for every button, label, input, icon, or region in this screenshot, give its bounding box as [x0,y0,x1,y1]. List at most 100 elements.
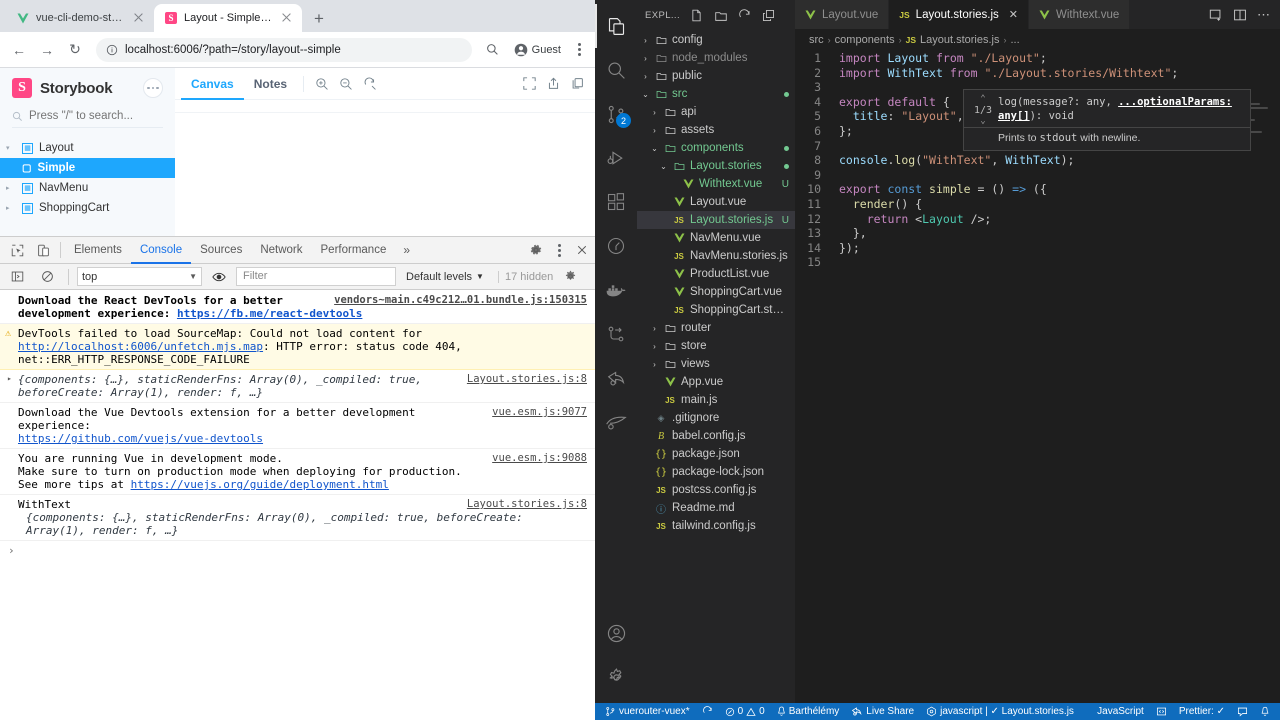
browser-tab-2[interactable]: S Layout - Simple · Storybook [154,4,302,32]
refresh-icon[interactable] [737,8,752,23]
file-tree-row[interactable]: › views [637,355,795,373]
console-message-source[interactable]: vue.esm.js:9077 [492,406,587,418]
console-message-source[interactable]: vue.esm.js:9088 [492,452,587,464]
file-tree-row[interactable]: ShoppingCart.vue [637,283,795,301]
storybook-brand[interactable]: S Storybook [0,68,175,102]
storybook-search[interactable] [12,110,163,128]
sidebar-item-simple[interactable]: ▢ Simple [0,158,175,178]
file-tree-row[interactable]: › public [637,67,795,85]
zoom-reset-icon[interactable] [358,72,382,96]
console-message-source[interactable]: Layout.stories.js:8 [467,373,587,385]
status-language-mode[interactable]: JavaScript [1091,703,1150,720]
status-eslint[interactable]: javascript | ✓ Layout.stories.js [920,703,1080,720]
forward-button[interactable]: → [34,37,60,63]
file-tree-row[interactable]: › router [637,319,795,337]
inspect-element-icon[interactable] [4,238,30,262]
file-tree-row[interactable]: JS tailwind.config.js [637,517,795,535]
chevron-right-icon[interactable]: ▸ [6,204,16,212]
editor-tab-withtext-vue[interactable]: Withtext.vue [1029,0,1131,29]
new-file-icon[interactable] [689,8,704,23]
status-user[interactable]: Barthélémy [771,703,846,720]
tab-notes[interactable]: Notes [244,68,297,100]
zoom-out-icon[interactable] [334,72,358,96]
more-actions-icon[interactable]: ⋯ [1257,8,1270,21]
extensions-icon[interactable] [595,180,637,224]
device-toolbar-icon[interactable] [30,238,56,262]
back-button[interactable]: ← [6,37,32,63]
console-message-link[interactable]: https://github.com/vuejs/vue-devtools [18,432,263,445]
file-tree[interactable]: › config › node_modules › public ⌄ src › api › asse… [637,31,795,535]
more-tabs-icon[interactable]: » [395,243,418,257]
file-tree-row[interactable]: › config [637,31,795,49]
file-tree-row[interactable]: Withtext.vue U [637,175,795,193]
tab-elements[interactable]: Elements [65,237,131,264]
chevron-right-icon[interactable]: › [641,36,650,45]
gear-icon[interactable] [523,238,549,262]
fullscreen-icon[interactable] [517,72,541,96]
kebab-menu-icon[interactable] [549,243,569,257]
status-live-share[interactable]: Live Share [845,703,920,720]
file-tree-row[interactable]: › api [637,103,795,121]
breadcrumb-item-components[interactable]: components [835,34,895,46]
kebab-menu-icon[interactable] [569,43,589,56]
breadcrumb-item-file[interactable]: Layout.stories.js [920,34,999,46]
file-tree-row[interactable]: ⌄ components [637,139,795,157]
breadcrumb-item-symbol[interactable]: ... [1011,34,1020,46]
tab-network[interactable]: Network [251,237,311,264]
remote-explorer-icon[interactable] [595,400,637,444]
search-input[interactable] [29,110,159,122]
file-tree-row[interactable]: ⓘ Readme.md [637,499,795,517]
chevron-right-icon[interactable]: › [650,342,659,351]
chevron-down-icon[interactable]: ⌄ [970,116,996,127]
file-tree-row[interactable]: NavMenu.vue [637,229,795,247]
file-tree-row[interactable]: {} package-lock.json [637,463,795,481]
chevron-down-icon[interactable]: ▾ [6,144,16,152]
address-bar[interactable]: localhost:6006/?path=/story/layout--simp… [96,37,472,62]
file-tree-row[interactable]: JS ShoppingCart.stories.js [637,301,795,319]
ellipsis-icon[interactable] [143,78,163,98]
source-control-icon[interactable]: 2 [595,92,637,136]
explorer-icon[interactable] [595,4,637,48]
live-share-icon[interactable] [595,356,637,400]
chevron-right-icon[interactable]: › [641,72,650,81]
new-tab-button[interactable]: + [306,5,332,31]
chevron-down-icon[interactable]: ⌄ [650,144,659,153]
chevron-up-icon[interactable]: ⌃ [970,94,996,105]
console-context-select[interactable]: top ▼ [77,267,202,286]
close-icon[interactable] [132,11,146,25]
file-tree-row[interactable]: › node_modules [637,49,795,67]
docker-icon[interactable] [595,268,637,312]
new-folder-icon[interactable] [713,8,728,23]
open-new-tab-icon[interactable] [565,72,589,96]
browser-tab-1[interactable]: vue-cli-demo-storybook [6,4,154,32]
open-changes-icon[interactable] [1233,8,1247,22]
file-tree-row[interactable]: JS NavMenu.stories.js [637,247,795,265]
file-tree-row[interactable]: ProductList.vue [637,265,795,283]
tab-performance[interactable]: Performance [312,237,396,264]
status-problems[interactable]: 0 0 [719,703,771,720]
file-tree-row[interactable]: Layout.vue [637,193,795,211]
file-tree-row[interactable]: JS Layout.stories.js U [637,211,795,229]
status-sync[interactable] [696,703,719,720]
clear-console-icon[interactable] [34,265,60,289]
file-tree-row[interactable]: ⌄ src [637,85,795,103]
search-icon[interactable] [480,37,506,63]
console-prompt[interactable]: › [0,541,595,557]
share-icon[interactable] [541,72,565,96]
testing-icon[interactable] [595,224,637,268]
console-levels-select[interactable]: Default levels ▼ [400,271,490,283]
tab-console[interactable]: Console [131,237,191,264]
console-message-link[interactable]: https://vuejs.org/guide/deployment.html [131,478,389,491]
status-prettier[interactable]: Prettier: ✓ [1173,703,1231,720]
storybook-preview-canvas[interactable] [175,112,595,236]
split-editor-right-icon[interactable] [1209,8,1223,22]
status-feedback[interactable] [1231,703,1254,720]
console-filter-input[interactable]: Filter [236,267,396,286]
file-tree-row[interactable]: JS postcss.config.js [637,481,795,499]
file-tree-row[interactable]: › store [637,337,795,355]
file-tree-row[interactable]: Bbabel.config.js [637,427,795,445]
expand-arrow-icon[interactable]: ▸ [7,374,12,383]
status-notifications[interactable] [1254,703,1276,720]
info-icon[interactable] [106,44,118,56]
chevron-down-icon[interactable]: ⌄ [659,162,668,171]
